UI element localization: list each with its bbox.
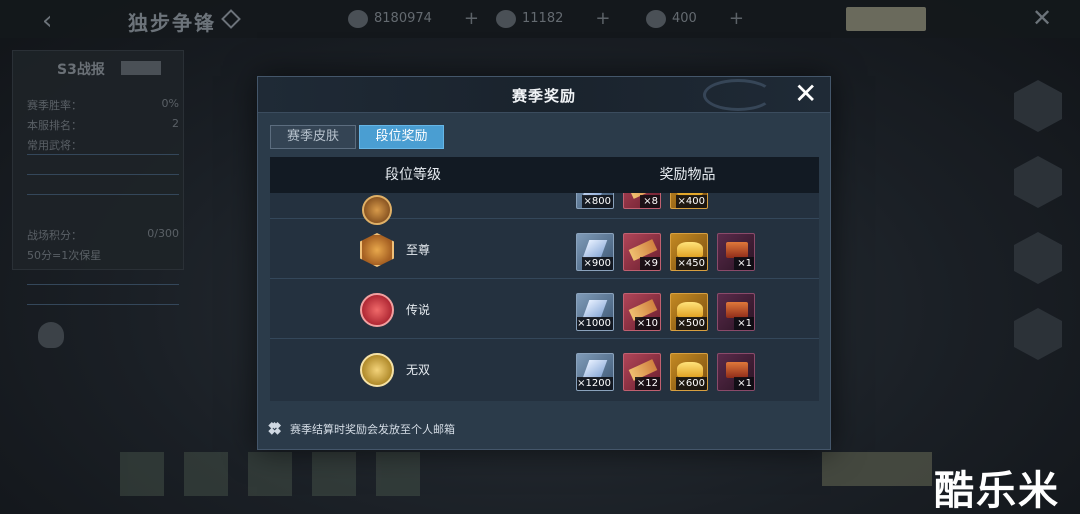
resource-crystal: 400 + bbox=[646, 8, 744, 29]
menu-hex-icon[interactable] bbox=[1014, 308, 1062, 360]
item-qty: ×800 bbox=[581, 195, 613, 208]
rank-name: 传说 bbox=[406, 303, 431, 317]
stat-row: 常用武将： bbox=[27, 137, 179, 195]
reward-box-icon[interactable]: ×1 bbox=[717, 293, 755, 331]
column-header-reward: 奖励物品 bbox=[659, 167, 716, 183]
supreme-medal-icon bbox=[360, 233, 394, 267]
rewards-table[interactable]: 段位等级 奖励物品 ×800 ×8 ×400 至尊 ×900 ×9 ×450 ×… bbox=[270, 157, 819, 401]
panel-badge bbox=[121, 61, 161, 75]
close-icon[interactable]: ✕ bbox=[794, 80, 817, 108]
item-qty: ×1000 bbox=[577, 317, 613, 330]
diamond-bullet-icon bbox=[272, 423, 284, 435]
start-match-button[interactable] bbox=[822, 452, 932, 486]
dialog-header: 赛季奖励 ✕ bbox=[258, 77, 830, 113]
add-coin-button[interactable]: + bbox=[464, 8, 479, 29]
crystal-icon bbox=[646, 9, 666, 28]
resource-value: 11182 bbox=[522, 11, 564, 26]
item-qty: ×500 bbox=[675, 317, 707, 330]
resource-value: 400 bbox=[672, 11, 697, 26]
stat-label: 50分=1次保星 bbox=[27, 249, 102, 262]
scroll-icon[interactable]: ×9 bbox=[623, 233, 661, 271]
item-qty: ×10 bbox=[634, 317, 660, 330]
gold-ingot-icon bbox=[496, 9, 516, 28]
gold-ingot-icon[interactable]: ×600 bbox=[670, 353, 708, 391]
scroll-icon[interactable]: ×12 bbox=[623, 353, 661, 391]
stat-label: 常用武将： bbox=[27, 139, 82, 152]
legend-medal-icon bbox=[360, 293, 394, 327]
tab-rank-rewards[interactable]: 段位奖励 bbox=[359, 125, 444, 149]
gold-ingot-icon[interactable]: ×450 bbox=[670, 233, 708, 271]
table-row: 无双 ×1200 ×12 ×600 ×1 bbox=[270, 341, 819, 399]
footnote: 赛季结算时奖励会发放至个人邮箱 bbox=[272, 421, 455, 437]
footnote-text: 赛季结算时奖励会发放至个人邮箱 bbox=[290, 423, 455, 436]
resource-value: 8180974 bbox=[374, 11, 432, 26]
trophy-icon[interactable] bbox=[38, 322, 64, 348]
column-header-rank: 段位等级 bbox=[385, 167, 441, 183]
panel-title: S3战报 bbox=[57, 62, 105, 78]
reward-items: ×1000 ×10 ×500 ×1 bbox=[576, 293, 755, 331]
reward-items: ×1200 ×12 ×600 ×1 bbox=[576, 353, 755, 391]
table-row: 至尊 ×900 ×9 ×450 ×1 bbox=[270, 221, 819, 279]
season-report-panel: S3战报 赛季胜率： 0% 本服排名： 2 常用武将： 战场积分： 0/300 … bbox=[12, 50, 184, 305]
watermark-logo: 酷乐米 bbox=[934, 468, 1060, 514]
menu-hex-icon[interactable] bbox=[1014, 232, 1062, 284]
shop-button[interactable] bbox=[846, 7, 926, 31]
item-qty: ×600 bbox=[675, 377, 707, 390]
add-gold-button[interactable]: + bbox=[595, 8, 610, 29]
tab-season-skin[interactable]: 赛季皮肤 bbox=[270, 125, 356, 149]
menu-hex-icon[interactable] bbox=[1014, 80, 1062, 132]
table-row: 传说 ×1000 ×10 ×500 ×1 bbox=[270, 281, 819, 339]
crystal-icon[interactable]: ×1200 bbox=[576, 353, 614, 391]
hero-thumb[interactable] bbox=[248, 452, 292, 496]
rank-name: 无双 bbox=[406, 363, 431, 377]
item-qty: ×450 bbox=[675, 257, 707, 270]
hero-thumb[interactable] bbox=[312, 452, 356, 496]
hero-thumb[interactable] bbox=[184, 452, 228, 496]
stat-row: 50分=1次保星 bbox=[27, 247, 179, 305]
bottom-hero-strip bbox=[120, 452, 820, 500]
season-rewards-dialog: 赛季奖励 ✕ 赛季皮肤 段位奖励 段位等级 奖励物品 ×800 ×8 ×400 … bbox=[257, 76, 831, 450]
crystal-icon[interactable]: ×900 bbox=[576, 233, 614, 271]
back-arrow-icon[interactable]: ‹ bbox=[42, 6, 52, 36]
info-diamond-icon bbox=[221, 9, 241, 29]
item-qty: ×8 bbox=[640, 195, 660, 208]
table-header: 段位等级 奖励物品 bbox=[270, 157, 819, 193]
reward-items: ×900 ×9 ×450 ×1 bbox=[576, 233, 755, 271]
reward-box-icon[interactable]: ×1 bbox=[717, 233, 755, 271]
top-bar: ‹ 独步争锋 8180974 + 11182 + 400 + ✕ bbox=[0, 0, 1080, 38]
bg-close-icon[interactable]: ✕ bbox=[1032, 4, 1052, 32]
item-qty: ×1 bbox=[734, 377, 754, 390]
item-qty: ×400 bbox=[675, 195, 707, 208]
item-qty: ×1 bbox=[734, 257, 754, 270]
hero-thumb[interactable] bbox=[120, 452, 164, 496]
add-crystal-button[interactable]: + bbox=[729, 8, 744, 29]
item-qty: ×1 bbox=[734, 317, 754, 330]
hero-thumb[interactable] bbox=[376, 452, 420, 496]
item-qty: ×900 bbox=[581, 257, 613, 270]
right-side-menu bbox=[1008, 80, 1068, 384]
gold-ingot-icon[interactable]: ×500 bbox=[670, 293, 708, 331]
crystal-icon[interactable]: ×1000 bbox=[576, 293, 614, 331]
item-qty: ×1200 bbox=[577, 377, 613, 390]
coin-icon bbox=[348, 9, 368, 28]
resource-gold: 11182 + bbox=[496, 8, 610, 29]
resource-coin: 8180974 + bbox=[348, 8, 479, 29]
menu-hex-icon[interactable] bbox=[1014, 156, 1062, 208]
scroll-icon[interactable]: ×10 bbox=[623, 293, 661, 331]
reward-box-icon[interactable]: ×1 bbox=[717, 353, 755, 391]
decorative-swirl bbox=[703, 79, 773, 111]
rank-name: 至尊 bbox=[406, 243, 431, 257]
item-qty: ×12 bbox=[634, 377, 660, 390]
page-title: 独步争锋 bbox=[128, 11, 216, 35]
peerless-medal-icon bbox=[360, 353, 394, 387]
item-qty: ×9 bbox=[640, 257, 660, 270]
